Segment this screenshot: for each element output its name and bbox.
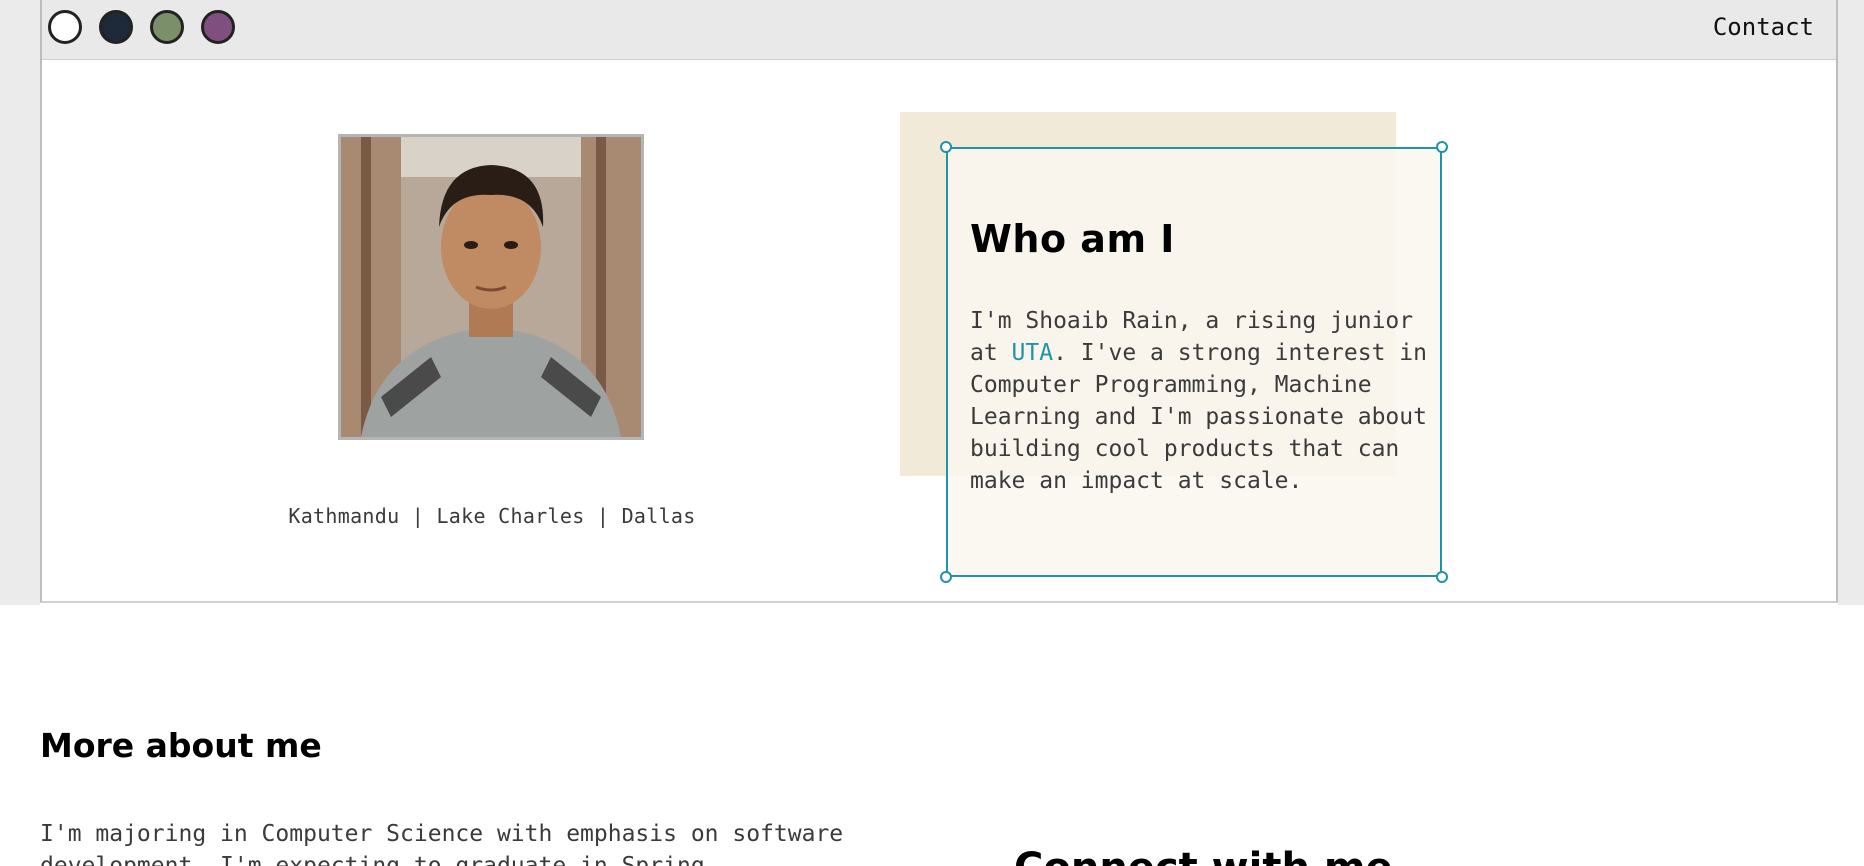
theme-swatch-plum[interactable] <box>201 10 235 44</box>
connect-title: Connect with me <box>1014 845 1393 866</box>
who-am-i-title: Who am I <box>970 217 1175 261</box>
more-about-me-text: I'm majoring in Computer Science with em… <box>40 821 844 866</box>
contact-link[interactable]: Contact <box>1713 13 1814 41</box>
who-am-i-card: Who am I I'm Shoaib Rain, a rising junio… <box>940 141 1448 583</box>
who-am-i-text: I'm Shoaib Rain, a rising junior at UTA.… <box>970 308 1427 494</box>
more-about-me-title: More about me <box>40 726 322 765</box>
resize-handle-top-left[interactable] <box>940 141 952 153</box>
left-gutter <box>0 0 40 605</box>
theme-swatch-navy[interactable] <box>99 10 133 44</box>
uta-link[interactable]: UTA <box>1012 340 1054 366</box>
resize-handle-top-right[interactable] <box>1436 141 1448 153</box>
top-nav: Contact <box>42 0 1836 60</box>
resize-handle-bottom-right[interactable] <box>1436 571 1448 583</box>
profile-photo <box>338 134 644 440</box>
right-gutter <box>1838 0 1864 605</box>
resize-handle-bottom-left[interactable] <box>940 571 952 583</box>
theme-swatch-sage[interactable] <box>150 10 184 44</box>
locations-text: Kathmandu | Lake Charles | Dallas <box>288 504 696 528</box>
theme-swatch-white[interactable] <box>48 10 82 44</box>
